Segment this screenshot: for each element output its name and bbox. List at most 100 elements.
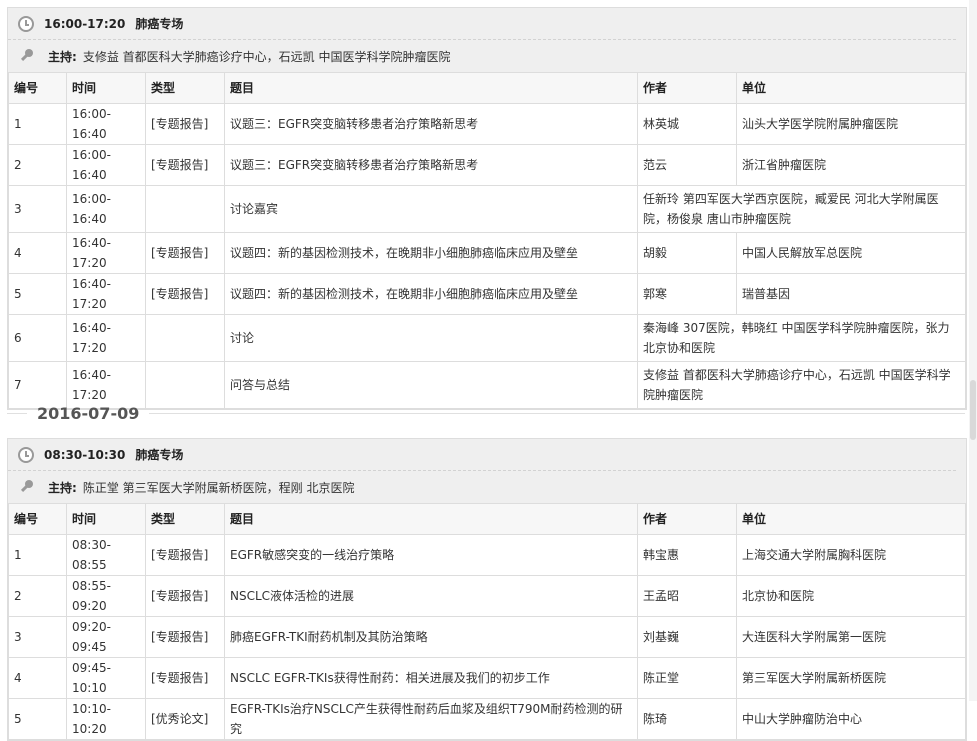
microphone-icon bbox=[20, 49, 34, 63]
scrollbar-thumb[interactable] bbox=[970, 380, 976, 440]
cell-time: 16:40-17:20 bbox=[66, 314, 146, 362]
cell-time: 16:00-16:40 bbox=[66, 185, 146, 233]
table-row: 6 16:40-17:20 讨论 秦海峰 307医院，韩晓红 中国医学科学院肿瘤… bbox=[8, 314, 966, 362]
cell-no: 6 bbox=[8, 314, 67, 362]
table-row: 3 09:20-09:45 [专题报告] 肺癌EGFR-TKI耐药机制及其防治策… bbox=[8, 616, 966, 658]
table-row: 4 16:40-17:20 [专题报告] 议题四：新的基因检测技术，在晚期非小细… bbox=[8, 232, 966, 274]
cell-type: [专题报告] bbox=[145, 616, 225, 658]
divider-line bbox=[7, 412, 27, 414]
cell-no: 4 bbox=[8, 232, 67, 274]
cell-time: 09:20-09:45 bbox=[66, 616, 146, 658]
cell-unit: 中山大学肿瘤防治中心 bbox=[736, 698, 966, 740]
cell-topic: 讨论嘉宾 bbox=[224, 185, 638, 233]
cell-no: 1 bbox=[8, 534, 67, 576]
cell-topic: 议题三：EGFR突变脑转移患者治疗策略新思考 bbox=[224, 144, 638, 186]
cell-type: [专题报告] bbox=[145, 534, 225, 576]
cell-author: 王孟昭 bbox=[637, 575, 737, 617]
divider-line bbox=[149, 412, 965, 414]
cell-time: 16:00-16:40 bbox=[66, 103, 146, 145]
session-time: 08:30-10:30 bbox=[44, 447, 126, 462]
host-label: 主持: bbox=[48, 480, 77, 495]
cell-no: 1 bbox=[8, 103, 67, 145]
cell-unit: 上海交通大学附属胸科医院 bbox=[736, 534, 966, 576]
table-row: 1 16:00-16:40 [专题报告] 议题三：EGFR突变脑转移患者治疗策略… bbox=[8, 103, 966, 145]
host-text: 支修益 首都医科大学肺癌诊疗中心，石远凯 中国医学科学院肿瘤医院 bbox=[82, 49, 451, 64]
cell-no: 3 bbox=[8, 185, 67, 233]
session-host: 主持: 陈正堂 第三军医大学附属新桥医院，程刚 北京医院 bbox=[8, 470, 956, 503]
cell-unit: 中国人民解放军总医院 bbox=[736, 232, 966, 274]
cell-type: [优秀论文] bbox=[145, 698, 225, 740]
table-row: 2 16:00-16:40 [专题报告] 议题三：EGFR突变脑转移患者治疗策略… bbox=[8, 144, 966, 186]
cell-topic: EGFR敏感突变的一线治疗策略 bbox=[224, 534, 638, 576]
header-author: 作者 bbox=[637, 503, 737, 535]
cell-unit: 北京协和医院 bbox=[736, 575, 966, 617]
cell-type: [专题报告] bbox=[145, 103, 225, 145]
cell-time: 16:00-16:40 bbox=[66, 144, 146, 186]
session-header: 16:00-17:20 肺癌专场 bbox=[8, 8, 966, 39]
cell-author: 刘基巍 bbox=[637, 616, 737, 658]
cell-type: [专题报告] bbox=[145, 144, 225, 186]
cell-topic: NSCLC液体活检的进展 bbox=[224, 575, 638, 617]
header-topic: 题目 bbox=[224, 72, 638, 104]
session-time: 16:00-17:20 bbox=[44, 16, 126, 31]
table-row: 3 16:00-16:40 讨论嘉宾 任新玲 第四军医大学西京医院，臧爱民 河北… bbox=[8, 185, 966, 233]
cell-unit: 第三军医大学附属新桥医院 bbox=[736, 657, 966, 699]
cell-author: 范云 bbox=[637, 144, 737, 186]
header-time: 时间 bbox=[66, 72, 146, 104]
clock-icon bbox=[18, 15, 34, 32]
table-row: 2 08:55-09:20 [专题报告] NSCLC液体活检的进展 王孟昭 北京… bbox=[8, 575, 966, 617]
schedule-table: 编号 时间 类型 题目 作者 单位 1 08:30-08:55 [专题报告] E… bbox=[8, 503, 966, 740]
cell-author: 韩宝惠 bbox=[637, 534, 737, 576]
header-author: 作者 bbox=[637, 72, 737, 104]
cell-no: 3 bbox=[8, 616, 67, 658]
cell-unit: 浙江省肿瘤医院 bbox=[736, 144, 966, 186]
host-text: 陈正堂 第三军医大学附属新桥医院，程刚 北京医院 bbox=[82, 480, 355, 495]
cell-time: 10:10-10:20 bbox=[66, 698, 146, 740]
header-no: 编号 bbox=[8, 503, 67, 535]
cell-unit: 大连医科大学附属第一医院 bbox=[736, 616, 966, 658]
date-divider: 2016-07-09 bbox=[7, 402, 965, 424]
cell-author-unit: 秦海峰 307医院，韩晓红 中国医学科学院肿瘤医院，张力 北京协和医院 bbox=[637, 314, 966, 362]
session-block: 08:30-10:30 肺癌专场 主持: 陈正堂 第三军医大学附属新桥医院，程刚… bbox=[7, 438, 967, 741]
header-unit: 单位 bbox=[736, 503, 966, 535]
cell-unit: 汕头大学医学院附属肿瘤医院 bbox=[736, 103, 966, 145]
table-row: 1 08:30-08:55 [专题报告] EGFR敏感突变的一线治疗策略 韩宝惠… bbox=[8, 534, 966, 576]
cell-type: [专题报告] bbox=[145, 657, 225, 699]
header-type: 类型 bbox=[145, 72, 225, 104]
cell-topic: 肺癌EGFR-TKI耐药机制及其防治策略 bbox=[224, 616, 638, 658]
clock-icon bbox=[18, 446, 34, 463]
header-type: 类型 bbox=[145, 503, 225, 535]
cell-topic: 议题三：EGFR突变脑转移患者治疗策略新思考 bbox=[224, 103, 638, 145]
cell-unit: 瑞普基因 bbox=[736, 273, 966, 315]
cell-no: 2 bbox=[8, 575, 67, 617]
schedule-table: 编号 时间 类型 题目 作者 单位 1 16:00-16:40 [专题报告] 议… bbox=[8, 72, 966, 409]
host-label: 主持: bbox=[48, 49, 77, 64]
cell-time: 08:55-09:20 bbox=[66, 575, 146, 617]
table-row: 5 10:10-10:20 [优秀论文] EGFR-TKIs治疗NSCLC产生获… bbox=[8, 698, 966, 740]
session-header: 08:30-10:30 肺癌专场 bbox=[8, 439, 966, 470]
table-header-row: 编号 时间 类型 题目 作者 单位 bbox=[8, 503, 966, 535]
cell-author: 胡毅 bbox=[637, 232, 737, 274]
cell-author-unit: 任新玲 第四军医大学西京医院，臧爱民 河北大学附属医院，杨俊泉 唐山市肿瘤医院 bbox=[637, 185, 966, 233]
header-unit: 单位 bbox=[736, 72, 966, 104]
cell-topic: 议题四：新的基因检测技术，在晚期非小细胞肺癌临床应用及壁垒 bbox=[224, 273, 638, 315]
cell-author: 陈正堂 bbox=[637, 657, 737, 699]
session-title: 肺癌专场 bbox=[135, 17, 184, 31]
header-time: 时间 bbox=[66, 503, 146, 535]
cell-topic: NSCLC EGFR-TKIs获得性耐药：相关进展及我们的初步工作 bbox=[224, 657, 638, 699]
session-block: 16:00-17:20 肺癌专场 主持: 支修益 首都医科大学肺癌诊疗中心，石远… bbox=[7, 7, 967, 410]
cell-author: 郭寒 bbox=[637, 273, 737, 315]
cell-type bbox=[145, 314, 225, 362]
table-row: 4 09:45-10:10 [专题报告] NSCLC EGFR-TKIs获得性耐… bbox=[8, 657, 966, 699]
cell-time: 16:40-17:20 bbox=[66, 273, 146, 315]
cell-type: [专题报告] bbox=[145, 273, 225, 315]
cell-no: 5 bbox=[8, 273, 67, 315]
cell-author: 陈琦 bbox=[637, 698, 737, 740]
session-title: 肺癌专场 bbox=[135, 448, 184, 462]
cell-topic: EGFR-TKIs治疗NSCLC产生获得性耐药后血浆及组织T790M耐药检测的研… bbox=[224, 698, 638, 740]
date-heading: 2016-07-09 bbox=[37, 403, 140, 423]
page-scrollbar[interactable] bbox=[969, 0, 977, 701]
cell-no: 5 bbox=[8, 698, 67, 740]
cell-time: 16:40-17:20 bbox=[66, 232, 146, 274]
session-host: 主持: 支修益 首都医科大学肺癌诊疗中心，石远凯 中国医学科学院肿瘤医院 bbox=[8, 39, 956, 72]
